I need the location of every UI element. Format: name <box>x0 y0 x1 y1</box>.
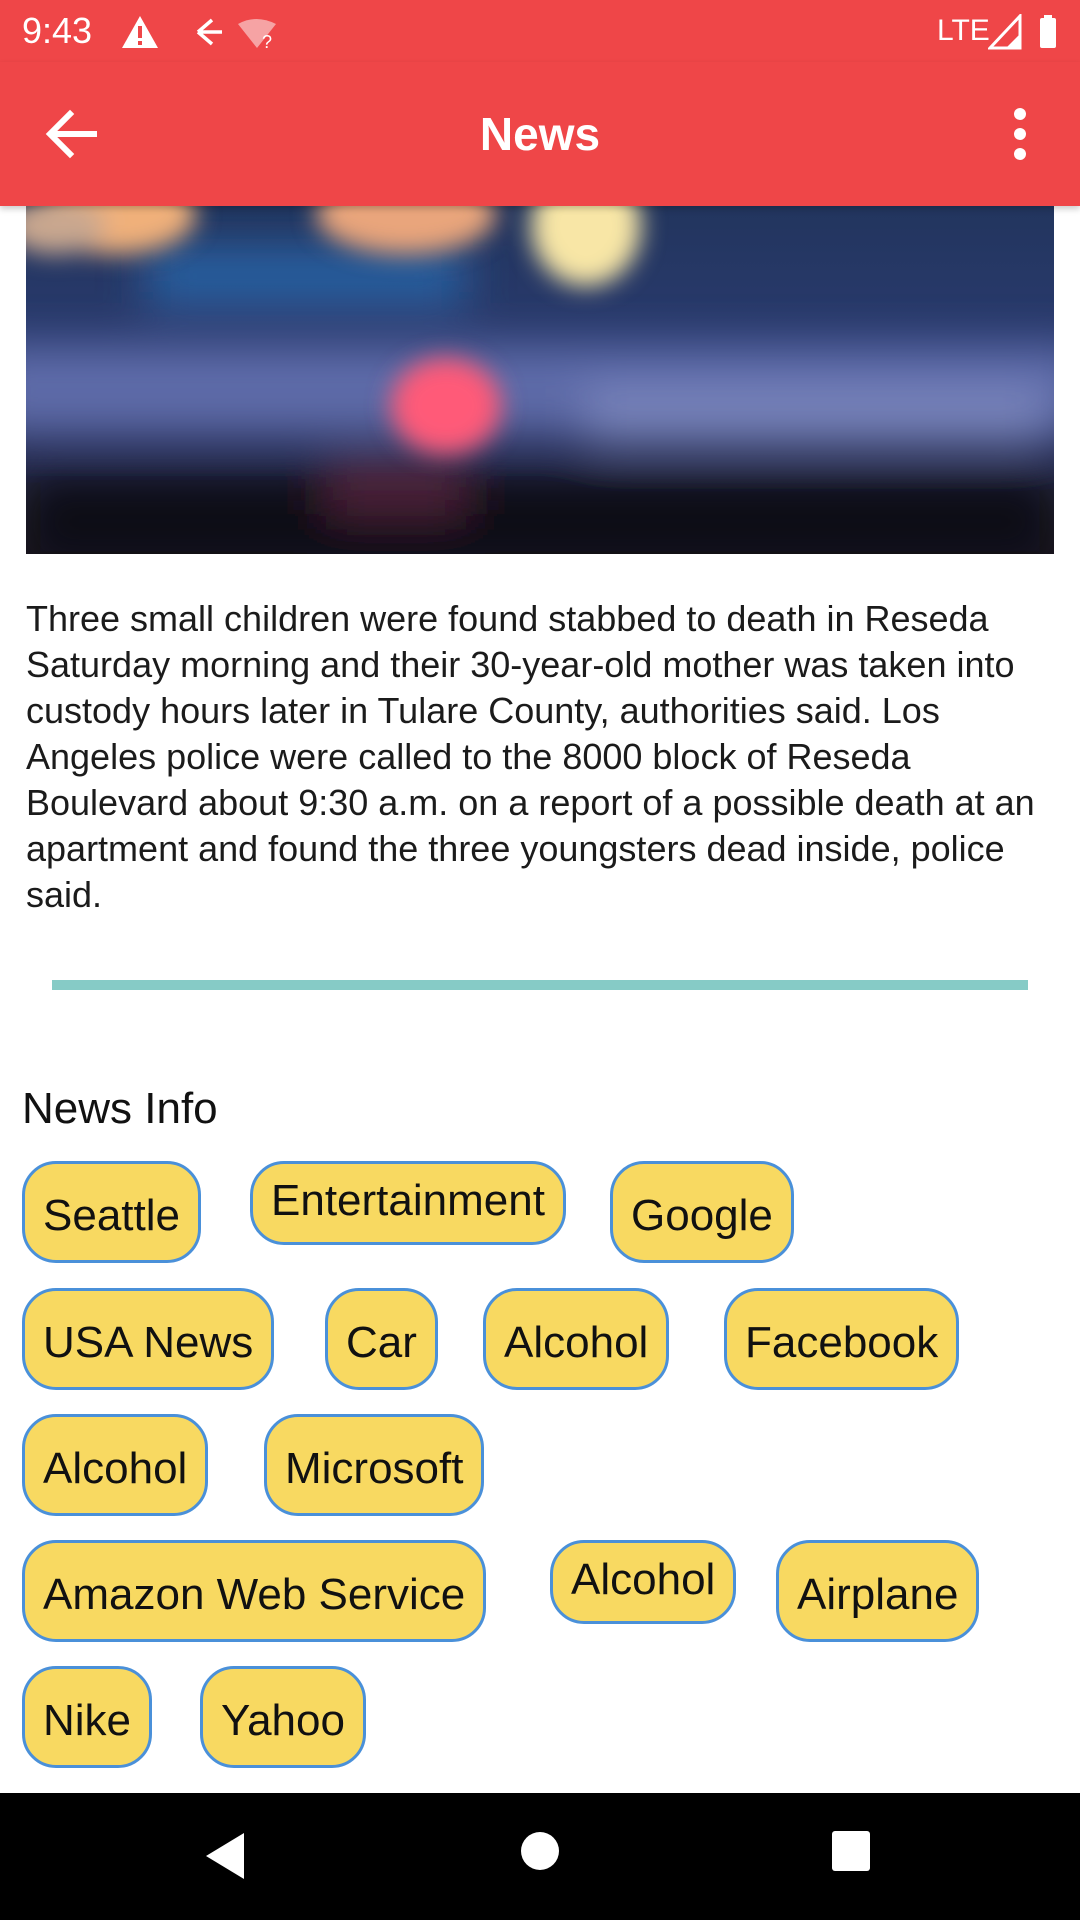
svg-text:?: ? <box>262 32 272 52</box>
tag-chip[interactable]: Nike <box>22 1666 153 1768</box>
tag-chip[interactable]: Facebook <box>724 1288 960 1390</box>
arrow-back-icon <box>45 109 97 159</box>
tag-chip[interactable]: Microsoft <box>264 1414 485 1516</box>
article-image <box>26 206 1054 554</box>
system-nav-bar <box>0 1793 1080 1920</box>
tag-chip[interactable]: Car <box>325 1288 438 1390</box>
tag-chip[interactable]: Seattle <box>22 1161 201 1263</box>
news-detail-content[interactable]: Three small children were found stabbed … <box>0 206 1080 1793</box>
more-options-button[interactable] <box>990 98 1050 170</box>
nav-home-icon[interactable] <box>518 1829 562 1873</box>
back-arrow-small-icon <box>196 18 222 46</box>
section-divider <box>52 980 1028 990</box>
network-type-label: LTE <box>937 14 990 47</box>
status-bar: 9:43 ? LTE <box>0 0 1080 62</box>
signal-icon <box>988 14 1022 50</box>
app-bar: News <box>0 62 1080 206</box>
tag-chip[interactable]: Alcohol <box>483 1288 670 1390</box>
tag-chip[interactable]: USA News <box>22 1288 275 1390</box>
tag-chip[interactable]: Amazon Web Service <box>22 1540 487 1642</box>
nav-back-icon[interactable] <box>200 1829 250 1883</box>
tag-chip[interactable]: Yahoo <box>200 1666 366 1768</box>
tag-chip[interactable]: Airplane <box>776 1540 980 1642</box>
nav-recents-icon[interactable] <box>830 1829 872 1873</box>
tag-chip[interactable]: Alcohol <box>550 1540 737 1624</box>
article-body: Three small children were found stabbed … <box>26 598 1035 915</box>
more-vert-icon <box>1014 108 1026 160</box>
back-button[interactable] <box>36 98 108 170</box>
wifi-unknown-icon: ? <box>238 19 276 52</box>
tag-chip[interactable]: Google <box>610 1161 794 1263</box>
page-title: News <box>479 108 601 160</box>
tag-chip[interactable]: Alcohol <box>22 1414 209 1516</box>
blurred-lights-photo <box>26 206 1054 554</box>
tag-chip[interactable]: Entertainment <box>250 1161 566 1245</box>
status-notification-icons: ? <box>122 16 276 52</box>
warning-icon <box>122 16 158 48</box>
status-system-icons <box>988 14 1056 50</box>
battery-icon <box>1040 15 1056 48</box>
news-info-heading: News Info <box>22 1084 218 1133</box>
status-time: 9:43 <box>22 10 93 51</box>
